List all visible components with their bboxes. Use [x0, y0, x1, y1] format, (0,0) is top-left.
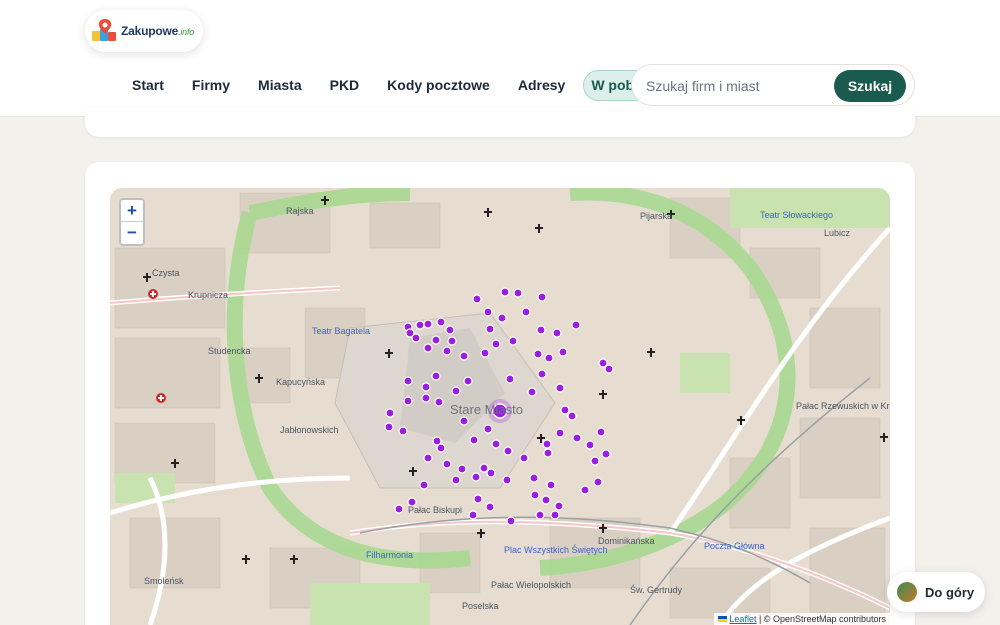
map-label-poczta-glowna: Poczta Główna	[704, 541, 765, 551]
zoom-out-button[interactable]: −	[121, 222, 143, 244]
map-attribution: Leaflet | © OpenStreetMap contributors	[714, 613, 890, 625]
map-view[interactable]: Stare Miasto Krupnicza Studencka Kapucyń…	[110, 188, 890, 625]
map-zoom-control: + −	[119, 198, 145, 246]
leaflet-link[interactable]: Leaflet	[729, 614, 756, 624]
attribution-text: | © OpenStreetMap contributors	[758, 614, 886, 624]
ukraine-flag-icon	[718, 616, 728, 622]
site-logo[interactable]: Zakupowe.info	[85, 10, 203, 52]
zoom-in-button[interactable]: +	[121, 200, 143, 222]
search-input[interactable]	[646, 75, 826, 97]
main-nav: Start Firmy Miasta PKD Kody pocztowe Adr…	[118, 70, 666, 101]
map-label-smolensk: Smoleńsk	[144, 576, 184, 586]
map-label-poselska: Poselska	[462, 601, 499, 611]
search-button[interactable]: Szukaj	[834, 70, 906, 102]
map-label-plac-wszystkich: Plac Wszystkich Świętych	[504, 545, 608, 555]
nav-item-kody-pocztowe[interactable]: Kody pocztowe	[373, 70, 504, 101]
map-label-rajska: Rajska	[286, 206, 314, 216]
map-label-muzeum: Pałac Rzewuskich w Krakowie	[796, 401, 890, 411]
nav-item-start[interactable]: Start	[118, 70, 178, 101]
nav-item-firmy[interactable]: Firmy	[178, 70, 244, 101]
back-to-top-button[interactable]: Do góry	[887, 572, 985, 612]
map-label-krupnicza: Krupnicza	[188, 290, 229, 300]
logo-pin-icon	[91, 17, 119, 45]
map-label-teatr-slowackiego: Teatr Słowackiego	[760, 210, 834, 220]
map-label-kapucynska: Kapucyńska	[276, 377, 326, 387]
map-label-jablonowskich: Jabłonowskich	[280, 425, 339, 435]
previous-card-bottom	[85, 108, 915, 137]
map-label-teatr-bagatela: Teatr Bagatela	[312, 326, 371, 336]
map-label-studencka: Studencka	[208, 346, 251, 356]
map-label-dominikanska: Dominikańska	[598, 536, 655, 546]
map-label-palac-wielopolskich: Pałac Wielopolskich	[491, 580, 572, 590]
logo-text: Zakupowe.info	[121, 24, 195, 38]
map-label-filharmonia: Filharmonia	[366, 550, 414, 560]
map-label-pijarska: Pijarska	[640, 211, 673, 221]
back-to-top-icon	[897, 582, 917, 602]
search-box: Szukaj	[631, 64, 915, 106]
nav-item-miasta[interactable]: Miasta	[244, 70, 316, 101]
map-label-palac-biskupi: Pałac Biskupi	[408, 505, 463, 515]
nav-item-adresy[interactable]: Adresy	[504, 70, 579, 101]
map-label-center: Stare Miasto	[450, 402, 523, 417]
map-label-lubicz: Lubicz	[824, 228, 851, 238]
map-label-sw-gertrudy: Św. Gertrudy	[630, 585, 683, 595]
site-header: Zakupowe.info Start Firmy Miasta PKD Kod…	[0, 0, 1000, 117]
back-to-top-label: Do góry	[925, 584, 975, 600]
map-label-czysta: Czysta	[152, 268, 180, 278]
nav-item-pkd[interactable]: PKD	[316, 70, 374, 101]
